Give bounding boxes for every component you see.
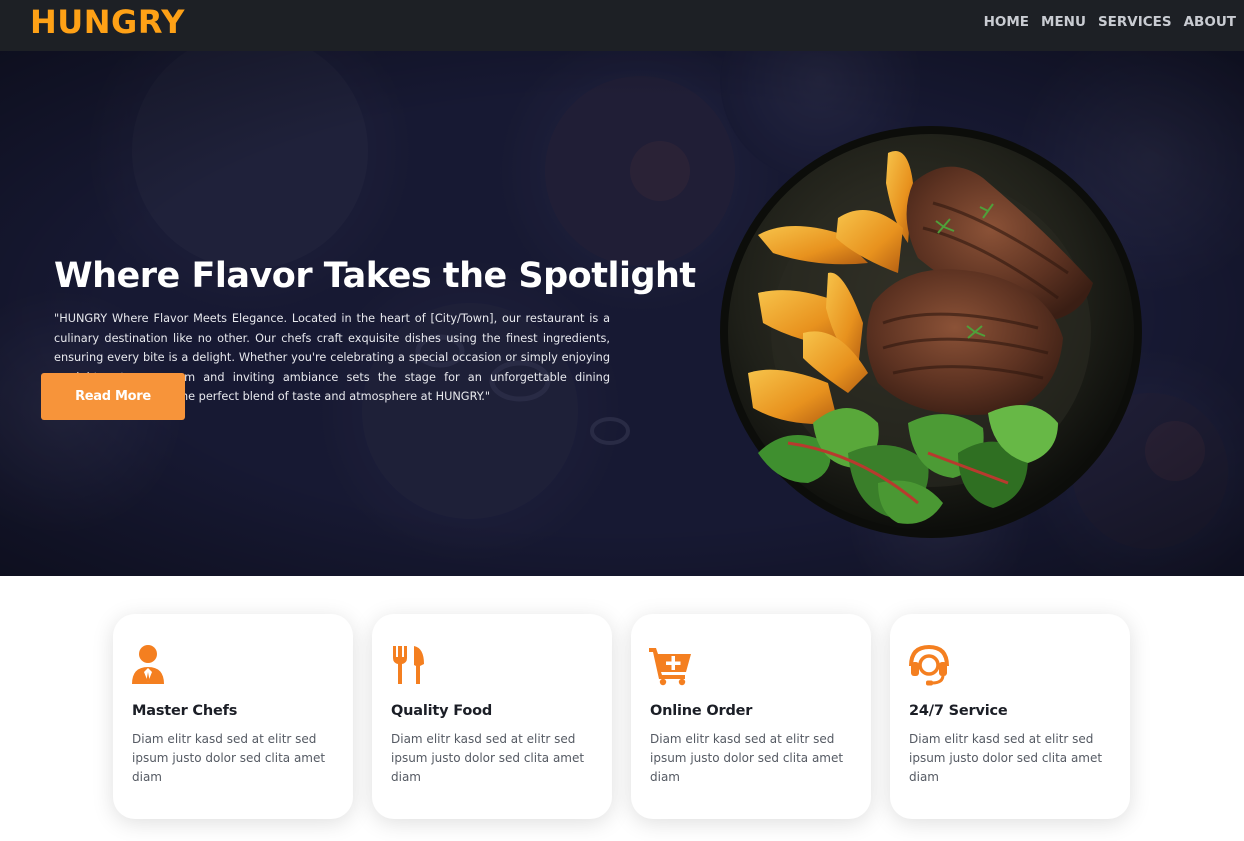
utensils-icon (393, 646, 424, 684)
feature-description: Diam elitr kasd sed at elitr sed ipsum j… (391, 732, 585, 784)
feature-description: Diam elitr kasd sed at elitr sed ipsum j… (650, 732, 844, 784)
feature-card-24-7-service[interactable]: 24/7 Service Diam elitr kasd sed at elit… (890, 614, 1130, 819)
features-section: Master Chefs Diam elitr kasd sed at elit… (113, 614, 1130, 819)
brand-logo[interactable]: HUNGRY (30, 2, 185, 42)
steak-plate-image (720, 126, 1142, 538)
nav-link-services[interactable]: SERVICES (1098, 13, 1172, 31)
hero-title: Where Flavor Takes the Spotlight (54, 256, 696, 296)
navbar: HUNGRY HOME MENU SERVICES ABOUT (0, 0, 1244, 51)
feature-title: 24/7 Service (909, 703, 1008, 719)
nav-menu: HOME MENU SERVICES ABOUT (984, 13, 1236, 31)
read-more-button[interactable]: Read More (41, 373, 185, 420)
cart-plus-icon (649, 648, 691, 686)
chef-icon (132, 645, 164, 684)
feature-title: Quality Food (391, 703, 493, 719)
feature-card-quality-food[interactable]: Quality Food Diam elitr kasd sed at elit… (372, 614, 612, 819)
nav-link-menu[interactable]: MENU (1041, 13, 1086, 31)
feature-card-master-chefs[interactable]: Master Chefs Diam elitr kasd sed at elit… (113, 614, 353, 819)
feature-title: Online Order (650, 703, 753, 719)
feature-description: Diam elitr kasd sed at elitr sed ipsum j… (909, 732, 1103, 784)
hero-section: Where Flavor Takes the Spotlight "HUNGRY… (0, 51, 1244, 576)
headset-icon (909, 644, 949, 686)
nav-link-about[interactable]: ABOUT (1184, 13, 1236, 31)
feature-description: Diam elitr kasd sed at elitr sed ipsum j… (132, 732, 326, 784)
feature-card-online-order[interactable]: Online Order Diam elitr kasd sed at elit… (631, 614, 871, 819)
nav-link-home[interactable]: HOME (984, 13, 1029, 31)
feature-title: Master Chefs (132, 703, 238, 719)
